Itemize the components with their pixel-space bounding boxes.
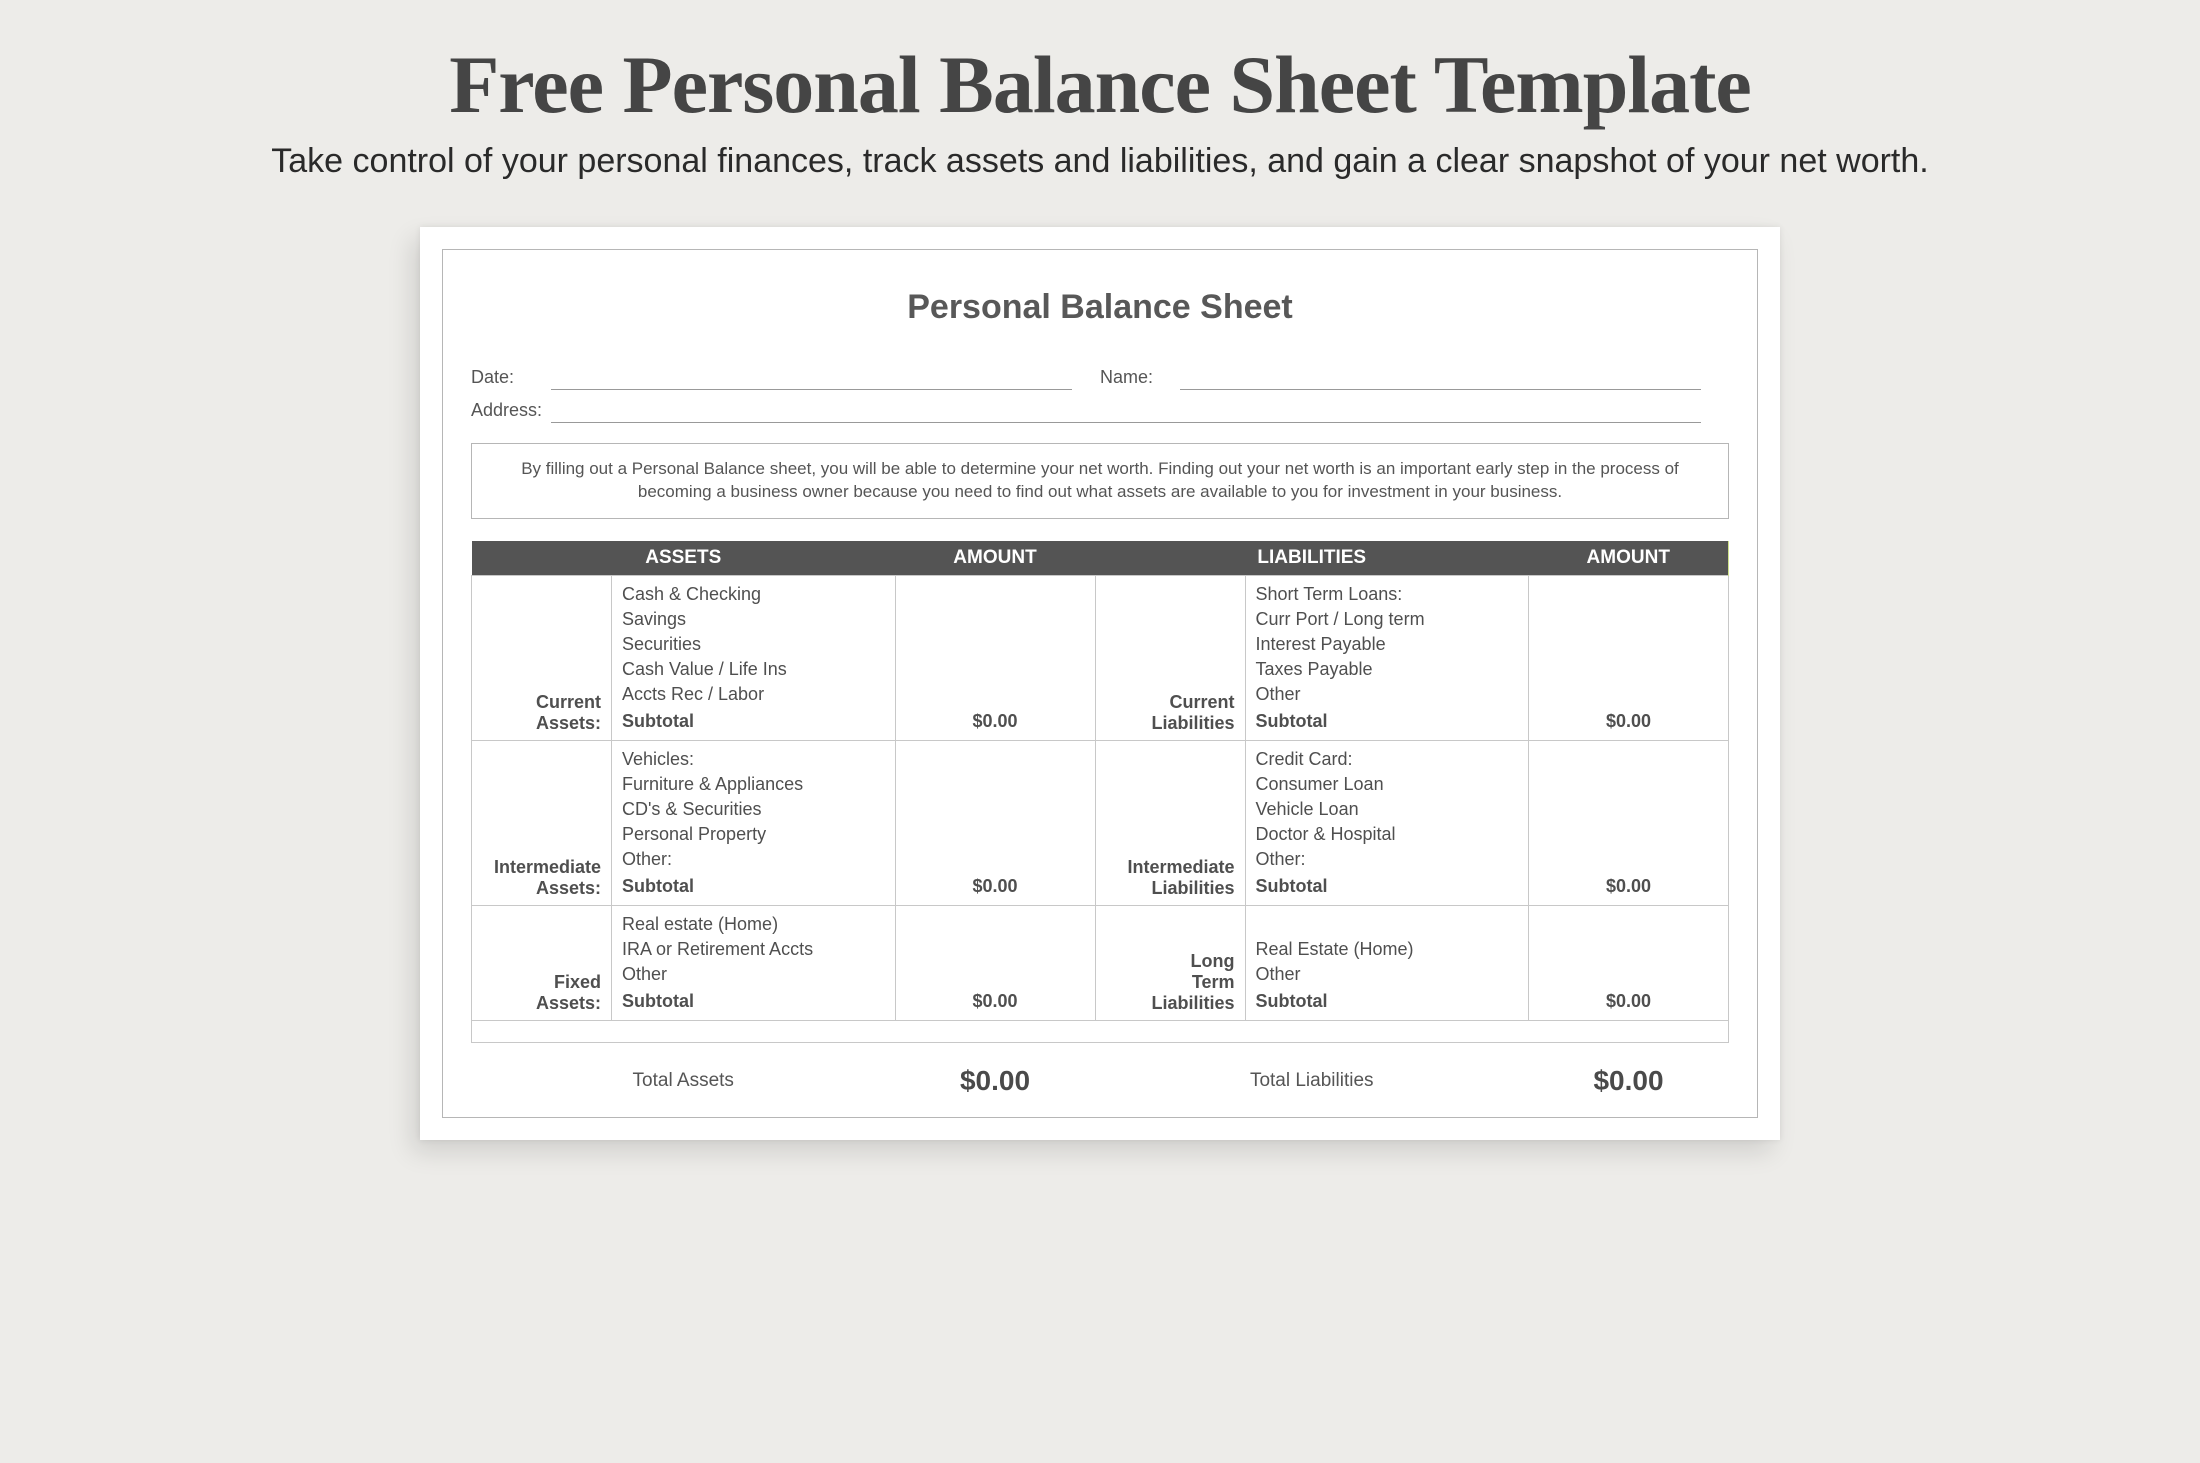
list-item: Personal Property xyxy=(622,822,885,847)
list-item: Real Estate (Home) xyxy=(1256,937,1519,962)
document-card: Personal Balance Sheet Date: Name: Addre… xyxy=(420,227,1780,1140)
asset-category-label: IntermediateAssets: xyxy=(472,740,612,905)
list-item: Accts Rec / Labor xyxy=(622,682,885,707)
name-label: Name: xyxy=(1100,367,1180,390)
asset-items: Real estate (Home)IRA or Retirement Acct… xyxy=(612,905,896,1020)
table-row: FixedAssets:Real estate (Home)IRA or Ret… xyxy=(472,905,1729,1020)
table-header-row: ASSETS AMOUNT LIABILITIES AMOUNT xyxy=(472,541,1729,576)
liability-items: Real Estate (Home)OtherSubtotal xyxy=(1245,905,1529,1020)
list-item: Vehicles: xyxy=(622,747,885,772)
asset-subtotal-label: Subtotal xyxy=(622,987,885,1014)
list-item: Curr Port / Long term xyxy=(1256,607,1519,632)
list-item: Securities xyxy=(622,632,885,657)
list-item: Taxes Payable xyxy=(1256,657,1519,682)
total-liabilities-value: $0.00 xyxy=(1529,1042,1729,1105)
totals-row: Total Assets $0.00 Total Liabilities $0.… xyxy=(472,1042,1729,1105)
liability-items: Credit Card:Consumer LoanVehicle LoanDoc… xyxy=(1245,740,1529,905)
col-assets: ASSETS xyxy=(472,541,896,576)
list-item: Savings xyxy=(622,607,885,632)
list-item: Real estate (Home) xyxy=(622,912,885,937)
list-item: Other: xyxy=(1256,847,1519,872)
list-item: IRA or Retirement Accts xyxy=(622,937,885,962)
total-assets-value: $0.00 xyxy=(895,1042,1095,1105)
col-liabilities: LIABILITIES xyxy=(1095,541,1529,576)
table-row: IntermediateAssets:Vehicles:Furniture & … xyxy=(472,740,1729,905)
document-frame: Personal Balance Sheet Date: Name: Addre… xyxy=(442,249,1758,1118)
sheet-title: Personal Balance Sheet xyxy=(471,288,1729,327)
asset-subtotal-value: $0.00 xyxy=(895,740,1095,905)
liability-subtotal-label: Subtotal xyxy=(1256,872,1519,899)
liability-subtotal-label: Subtotal xyxy=(1256,987,1519,1014)
list-item: Other xyxy=(1256,962,1519,987)
spacer-row xyxy=(472,1020,1729,1042)
list-item: Credit Card: xyxy=(1256,747,1519,772)
list-item: Furniture & Appliances xyxy=(622,772,885,797)
col-amount-1: AMOUNT xyxy=(895,541,1095,576)
total-liabilities-label: Total Liabilities xyxy=(1095,1042,1529,1105)
list-item: CD's & Securities xyxy=(622,797,885,822)
list-item: Consumer Loan xyxy=(1256,772,1519,797)
list-item: Short Term Loans: xyxy=(1256,582,1519,607)
balance-table: ASSETS AMOUNT LIABILITIES AMOUNT Current… xyxy=(471,541,1729,1105)
list-item: Cash Value / Life Ins xyxy=(622,657,885,682)
asset-items: Cash & CheckingSavingsSecuritiesCash Val… xyxy=(612,575,896,740)
liability-category-label: LongTerm Liabilities xyxy=(1095,905,1245,1020)
asset-subtotal-label: Subtotal xyxy=(622,707,885,734)
date-label: Date: xyxy=(471,367,551,390)
asset-items: Vehicles:Furniture & AppliancesCD's & Se… xyxy=(612,740,896,905)
asset-subtotal-value: $0.00 xyxy=(895,575,1095,740)
liability-subtotal-value: $0.00 xyxy=(1529,575,1729,740)
address-label: Address: xyxy=(471,400,551,423)
col-amount-2: AMOUNT xyxy=(1529,541,1729,576)
total-assets-label: Total Assets xyxy=(472,1042,896,1105)
liability-subtotal-value: $0.00 xyxy=(1529,905,1729,1020)
list-item: Other: xyxy=(622,847,885,872)
asset-category-label: CurrentAssets: xyxy=(472,575,612,740)
liability-category-label: IntermediateLiabilities xyxy=(1095,740,1245,905)
date-field-line[interactable] xyxy=(551,368,1072,390)
address-field-line[interactable] xyxy=(551,401,1701,423)
asset-subtotal-label: Subtotal xyxy=(622,872,885,899)
meta-fields: Date: Name: Address: xyxy=(471,367,1729,423)
list-item: Doctor & Hospital xyxy=(1256,822,1519,847)
liability-items: Short Term Loans:Curr Port / Long termIn… xyxy=(1245,575,1529,740)
intro-text: By filling out a Personal Balance sheet,… xyxy=(471,443,1729,519)
list-item: Interest Payable xyxy=(1256,632,1519,657)
liability-subtotal-label: Subtotal xyxy=(1256,707,1519,734)
page-subtitle: Take control of your personal finances, … xyxy=(0,142,2200,181)
page-title: Free Personal Balance Sheet Template xyxy=(0,38,2200,132)
table-row: CurrentAssets:Cash & CheckingSavingsSecu… xyxy=(472,575,1729,740)
asset-category-label: FixedAssets: xyxy=(472,905,612,1020)
list-item: Other xyxy=(622,962,885,987)
asset-subtotal-value: $0.00 xyxy=(895,905,1095,1020)
list-item: Cash & Checking xyxy=(622,582,885,607)
list-item: Vehicle Loan xyxy=(1256,797,1519,822)
name-field-line[interactable] xyxy=(1180,368,1701,390)
liability-category-label: CurrentLiabilities xyxy=(1095,575,1245,740)
list-item: Other xyxy=(1256,682,1519,707)
liability-subtotal-value: $0.00 xyxy=(1529,740,1729,905)
